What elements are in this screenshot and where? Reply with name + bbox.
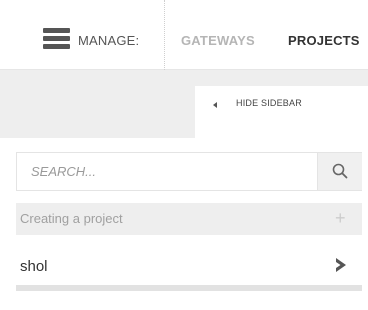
hide-sidebar-label: HIDE SIDEBAR [236,98,302,108]
plus-icon[interactable]: + [335,208,346,228]
hamburger-icon[interactable] [43,28,70,50]
manage-label: MANAGE: [78,33,140,48]
search-icon [332,163,348,179]
project-name: shol [20,258,48,275]
chevron-right-icon[interactable] [334,257,348,273]
search-button[interactable] [317,153,362,190]
create-project-label: Creating a project [20,211,123,226]
search-box [16,152,362,191]
hide-sidebar-button[interactable]: HIDE SIDEBAR [195,86,368,138]
page: MANAGE: GATEWAYS PROJECTS HIDE SIDEBAR C… [0,0,368,310]
caret-left-icon [213,102,217,108]
create-project-row[interactable]: Creating a project + [16,203,362,235]
top-navigation-bar: MANAGE: GATEWAYS PROJECTS [0,0,368,70]
manage-menu[interactable]: MANAGE: [0,0,165,70]
divider [164,0,165,70]
tab-projects[interactable]: PROJECTS [288,33,360,48]
tab-gateways[interactable]: GATEWAYS [181,33,255,48]
project-list-item[interactable]: shol [16,243,362,291]
search-input[interactable] [17,153,317,190]
